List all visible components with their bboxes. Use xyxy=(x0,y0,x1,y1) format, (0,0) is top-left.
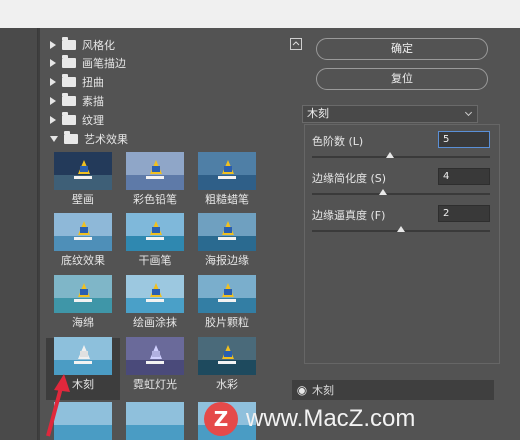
collapse-gallery-button[interactable] xyxy=(290,38,302,50)
filter-label: 海绵 xyxy=(72,316,94,329)
eye-icon[interactable]: ◉ xyxy=(292,383,312,397)
folder-icon xyxy=(62,93,76,106)
filter-select-value: 木刻 xyxy=(307,107,329,120)
effect-layer-label: 木刻 xyxy=(312,384,334,397)
levels-slider-knob[interactable] xyxy=(386,152,395,158)
expand-triangle-icon xyxy=(50,78,56,86)
filter-thumb-neon-glow[interactable] xyxy=(126,337,184,375)
filter-label: 水彩 xyxy=(216,378,238,391)
expand-triangle-icon xyxy=(50,97,56,105)
edge-simplicity-slider-track[interactable] xyxy=(312,193,490,195)
filter-thumb-watercolor[interactable] xyxy=(198,337,256,375)
filter-label: 彩色铅笔 xyxy=(133,193,177,206)
expand-triangle-icon xyxy=(50,41,56,49)
folder-icon xyxy=(62,74,76,87)
collapse-triangle-icon xyxy=(50,136,58,142)
category-label: 艺术效果 xyxy=(84,133,128,146)
filter-label: 绘画涂抹 xyxy=(133,316,177,329)
expand-triangle-icon xyxy=(50,116,56,124)
chevron-down-icon xyxy=(464,108,473,117)
param-label-levels: 色阶数 (L) xyxy=(312,135,364,148)
edge-simplicity-slider-knob[interactable] xyxy=(379,189,388,195)
filter-label: 霓虹灯光 xyxy=(133,378,177,391)
levels-slider-track[interactable] xyxy=(312,156,490,158)
category-artistic[interactable]: 艺术效果 xyxy=(50,130,128,148)
category-distort[interactable]: 扭曲 xyxy=(50,73,104,91)
category-label: 画笔描边 xyxy=(82,57,126,70)
category-label: 素描 xyxy=(82,95,104,108)
annotation-arrow-icon xyxy=(46,374,70,437)
category-stylize[interactable]: 风格化 xyxy=(50,36,115,54)
effect-layer-row[interactable]: ◉ 木刻 xyxy=(292,380,494,400)
filter-thumb-sponge[interactable] xyxy=(54,275,112,313)
category-brush-strokes[interactable]: 画笔描边 xyxy=(50,54,126,72)
levels-input[interactable]: 5 xyxy=(438,131,490,148)
params-group xyxy=(304,124,500,364)
category-texture[interactable]: 纹理 xyxy=(50,111,104,129)
folder-icon xyxy=(62,37,76,50)
filter-label: 海报边缘 xyxy=(205,254,249,267)
reset-button[interactable]: 复位 xyxy=(316,68,488,90)
watermark-text: www.MacZ.com xyxy=(246,405,416,432)
filter-label: 干画笔 xyxy=(138,254,172,267)
filter-thumb-poster-edges[interactable] xyxy=(198,213,256,251)
ok-button[interactable]: 确定 xyxy=(316,38,488,60)
filter-thumb-colored-pencil[interactable] xyxy=(126,152,184,190)
folder-icon xyxy=(64,131,78,144)
param-label-edge-simplicity: 边缘简化度 (S) xyxy=(312,172,387,185)
filter-label: 粗糙蜡笔 xyxy=(205,193,249,206)
param-label-edge-fidelity: 边缘逼真度 (F) xyxy=(312,209,386,222)
edge-fidelity-input[interactable]: 2 xyxy=(438,205,490,222)
macz-logo-icon: Z xyxy=(204,402,238,436)
category-label: 纹理 xyxy=(82,114,104,127)
chevron-up-icon xyxy=(292,41,300,46)
watermark: Z www.MacZ.com xyxy=(204,398,520,440)
folder-icon xyxy=(62,112,76,125)
filter-thumb-underpainting[interactable] xyxy=(54,213,112,251)
filter-thumb-paint-daubs[interactable] xyxy=(126,275,184,313)
filter-label: 底纹效果 xyxy=(61,254,105,267)
filter-thumb-fresco[interactable] xyxy=(54,152,112,190)
filter-select[interactable]: 木刻 xyxy=(302,105,478,123)
filter-thumb-partial[interactable] xyxy=(126,402,184,440)
filter-label: 壁画 xyxy=(72,193,94,206)
filter-label: 胶片颗粒 xyxy=(205,316,249,329)
category-label: 扭曲 xyxy=(82,76,104,89)
preview-edge xyxy=(0,28,38,440)
edge-simplicity-input[interactable]: 4 xyxy=(438,168,490,185)
filter-thumb-rough-pastels[interactable] xyxy=(198,152,256,190)
folder-icon xyxy=(62,55,76,68)
category-sketch[interactable]: 素描 xyxy=(50,92,104,110)
edge-fidelity-slider-knob[interactable] xyxy=(397,226,405,232)
filter-thumb-dry-brush[interactable] xyxy=(126,213,184,251)
expand-triangle-icon xyxy=(50,59,56,67)
title-bar xyxy=(0,0,520,28)
filter-thumb-film-grain[interactable] xyxy=(198,275,256,313)
category-label: 风格化 xyxy=(82,39,115,52)
